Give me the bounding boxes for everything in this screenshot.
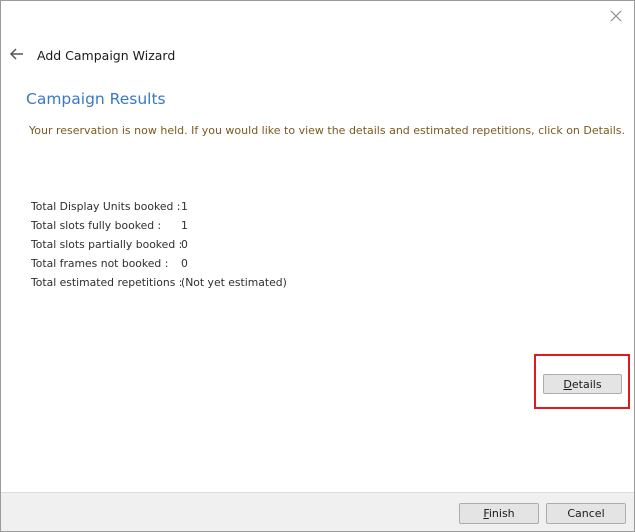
details-button[interactable]: Details: [543, 374, 622, 394]
details-label-rest: etails: [571, 377, 602, 391]
wizard-title: Add Campaign Wizard: [37, 48, 176, 63]
cancel-button[interactable]: Cancel: [546, 503, 626, 524]
finish-label-rest: inish: [488, 507, 515, 520]
result-value: 1: [181, 219, 188, 232]
result-value: 0: [181, 238, 188, 251]
result-label: Total slots fully booked :: [31, 219, 162, 232]
wizard-window: Add Campaign Wizard Campaign Results You…: [0, 0, 635, 532]
result-value: 1: [181, 200, 188, 213]
result-label: Total estimated repetitions :: [31, 276, 183, 289]
result-label: Total Display Units booked :: [31, 200, 181, 213]
arrow-left-icon[interactable]: [9, 46, 25, 62]
finish-button[interactable]: Finish: [459, 503, 539, 524]
close-icon[interactable]: [607, 7, 625, 25]
result-value: (Not yet estimated): [181, 276, 287, 289]
result-value: 0: [181, 257, 188, 270]
wizard-footer: Finish Cancel: [1, 492, 634, 531]
details-mnemonic: D: [563, 377, 572, 391]
result-label: Total frames not booked :: [31, 257, 169, 270]
result-label: Total slots partially booked :: [31, 238, 183, 251]
section-title: Campaign Results: [26, 90, 166, 108]
instructions-text: Your reservation is now held. If you wou…: [29, 124, 626, 137]
